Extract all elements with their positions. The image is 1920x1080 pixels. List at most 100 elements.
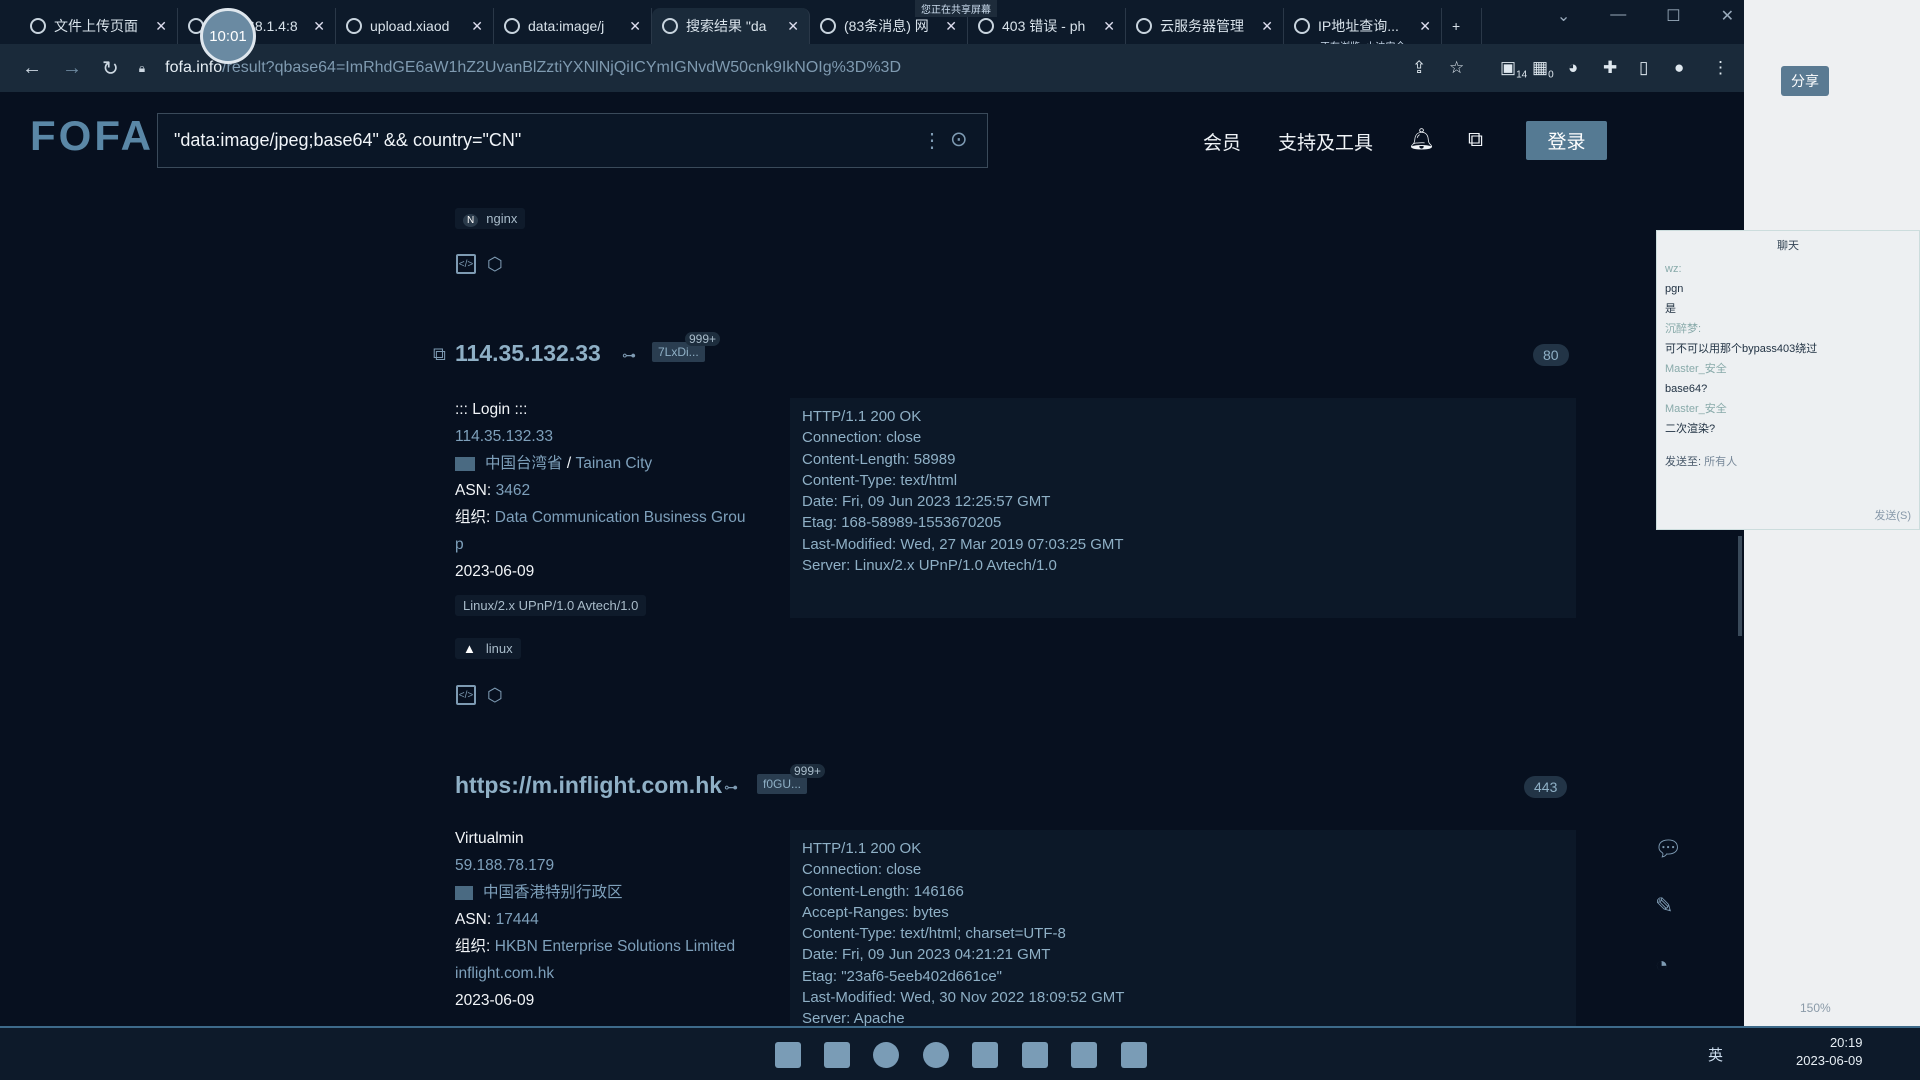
response-line: Content-Length: 146166: [802, 882, 964, 900]
close-tab-icon[interactable]: ✕: [787, 18, 799, 35]
chat-window: 聊天 wz: pgn 是沉醉梦: 可不可以用那个bypass403绕过 Master_安…: [1656, 230, 1920, 530]
site-title: ::: Login :::: [455, 401, 528, 418]
location: 中国台湾省 / Tainan City: [455, 450, 745, 477]
response-line: Date: Fri, 09 Jun 2023 04:21:21 GMT: [802, 946, 1051, 964]
code-icon[interactable]: </>: [456, 254, 476, 274]
close-tab-icon[interactable]: ✕: [1103, 18, 1115, 35]
help-icon[interactable]: ◔: [1655, 952, 1668, 978]
browser-tab[interactable]: upload.xiaod ✕: [336, 8, 494, 44]
count-badge: 999+: [790, 764, 826, 778]
start-icon[interactable]: [775, 1042, 801, 1068]
server-tag[interactable]: Linux/2.x UPnP/1.0 Avtech/1.0: [455, 595, 647, 616]
extension-icon[interactable]: ◕: [1568, 58, 1578, 78]
share-page-icon[interactable]: ⇪: [1412, 58, 1426, 78]
bell-icon[interactable]: 🔔︎: [1408, 128, 1435, 152]
chat-bubble-icon[interactable]: 💬︎: [1654, 836, 1682, 862]
close-tab-icon[interactable]: ✕: [629, 18, 641, 35]
response-line: Last-Modified: Wed, 27 Mar 2019 07:03:25…: [802, 535, 1124, 553]
port-badge[interactable]: 80: [1533, 344, 1569, 366]
response-line: Content-Type: text/html: [802, 471, 958, 489]
response-line: Content-Type: text/html; charset=UTF-8: [802, 925, 1066, 943]
org-link[interactable]: Data Communication Business Grou: [495, 509, 746, 526]
close-tab-icon[interactable]: ✕: [313, 18, 325, 35]
browser-tab[interactable]: 云服务器管理 ✕: [1126, 8, 1284, 44]
response-line: Date: Fri, 09 Jun 2023 12:25:57 GMT: [802, 493, 1051, 511]
tab-search-icon[interactable]: ⌄: [1557, 6, 1570, 26]
maximize-button[interactable]: ☐: [1666, 6, 1680, 26]
close-tab-icon[interactable]: ✕: [1419, 18, 1431, 35]
translate-icon[interactable]: ⧉: [1468, 128, 1483, 152]
forward-icon[interactable]: →: [62, 57, 82, 80]
profile-icon[interactable]: ●: [1674, 58, 1684, 78]
reload-icon[interactable]: ↻: [102, 56, 119, 81]
nav-tools[interactable]: 支持及工具: [1278, 128, 1373, 155]
ime-indicator[interactable]: 英: [1708, 1044, 1723, 1065]
more-options-icon[interactable]: ⋮: [922, 128, 942, 153]
bookmark-star-icon[interactable]: ☆: [1449, 58, 1464, 78]
search-input[interactable]: "data:image/jpeg;base64" && country="CN": [157, 113, 988, 168]
send-button[interactable]: 发送(S): [1874, 507, 1911, 523]
close-tab-icon[interactable]: ✕: [945, 18, 957, 35]
url-field[interactable]: fofa.info/result?qbase64=ImRhdGE6aW1hZ2U…: [165, 59, 901, 77]
response-headers: HTTP/1.1 200 OK Connection: close Content-…: [790, 398, 1576, 618]
chat-sender: Master_安全: [1665, 363, 1727, 375]
timer-overlay: 10:01: [200, 8, 256, 64]
send-to[interactable]: 发送至: 所有人: [1665, 453, 1737, 469]
nav-membership[interactable]: 会员: [1203, 128, 1241, 155]
back-icon[interactable]: ←: [22, 57, 42, 80]
link-icon[interactable]: ⊶: [724, 779, 738, 796]
copy-icon[interactable]: ⧉: [433, 344, 446, 365]
chat-sender: wz:: [1665, 263, 1682, 275]
file-explorer-icon[interactable]: [824, 1042, 850, 1068]
browser-tab[interactable]: data:image/j ✕: [494, 8, 652, 44]
lock-icon[interactable]: 🔒︎: [139, 61, 145, 76]
puzzle-icon[interactable]: ✚: [1603, 58, 1617, 78]
flag-icon: [455, 885, 473, 900]
chat-message: 可不可以用那个bypass403绕过: [1665, 343, 1818, 355]
result-title[interactable]: https://m.inflight.com.hk: [455, 772, 722, 799]
asn-link[interactable]: 3462: [496, 482, 530, 499]
close-tab-icon[interactable]: ✕: [1261, 18, 1273, 35]
app-icon[interactable]: [1121, 1042, 1147, 1068]
domain-link[interactable]: inflight.com.hk: [455, 960, 735, 987]
cube-icon[interactable]: ⬡: [487, 254, 503, 275]
photoshop-icon[interactable]: [972, 1042, 998, 1068]
sidebar-icon[interactable]: ▯: [1639, 58, 1648, 78]
chat-sender: Master_安全: [1665, 403, 1727, 415]
clock[interactable]: 20:19 2023-06-09: [1796, 1034, 1863, 1070]
extension-icon[interactable]: ▦0: [1532, 58, 1554, 80]
favicon-icon: [504, 18, 520, 34]
app-icon[interactable]: [1022, 1042, 1048, 1068]
port-badge[interactable]: 443: [1524, 776, 1568, 798]
close-tab-icon[interactable]: ✕: [155, 18, 167, 35]
login-button[interactable]: 登录: [1526, 121, 1607, 160]
response-line: HTTP/1.1 200 OK: [802, 408, 922, 425]
new-tab-button[interactable]: +: [1442, 8, 1482, 44]
search-icon[interactable]: ⊙: [950, 127, 968, 152]
link-icon[interactable]: ⊶: [622, 347, 636, 364]
close-tab-icon[interactable]: ✕: [471, 18, 483, 35]
menu-icon[interactable]: ⋮: [1712, 58, 1729, 78]
code-icon[interactable]: </>: [456, 685, 476, 705]
close-button[interactable]: ✕: [1721, 6, 1734, 26]
browser-tab[interactable]: 文件上传页面 ✕: [20, 8, 178, 44]
extension-icon[interactable]: ▣14: [1500, 58, 1527, 80]
result-title[interactable]: 114.35.132.33: [455, 340, 601, 367]
edit-icon[interactable]: ✎: [1655, 893, 1673, 919]
tag-nginx[interactable]: Nnginx: [455, 208, 526, 229]
ip-link[interactable]: 114.35.132.33: [455, 423, 745, 450]
cube-icon[interactable]: ⬡: [487, 685, 503, 706]
browser-tab[interactable]: 搜索结果 "da ✕: [652, 8, 810, 44]
edge-icon[interactable]: [873, 1042, 899, 1068]
tag-linux[interactable]: ▲ linux: [455, 638, 521, 659]
fofa-logo[interactable]: FOFA: [30, 112, 154, 160]
share-button[interactable]: 分享: [1781, 66, 1829, 96]
flag-icon: [455, 456, 475, 471]
sharing-banner: 您正在共享屏幕: [915, 0, 997, 17]
minimize-button[interactable]: —: [1610, 6, 1626, 26]
meeting-icon[interactable]: [1071, 1042, 1097, 1068]
response-line: Content-Length: 58989: [802, 450, 956, 468]
response-line: Last-Modified: Wed, 30 Nov 2022 18:09:52…: [802, 989, 1125, 1007]
chrome-icon[interactable]: [923, 1042, 949, 1068]
scrollbar[interactable]: [1738, 536, 1742, 636]
